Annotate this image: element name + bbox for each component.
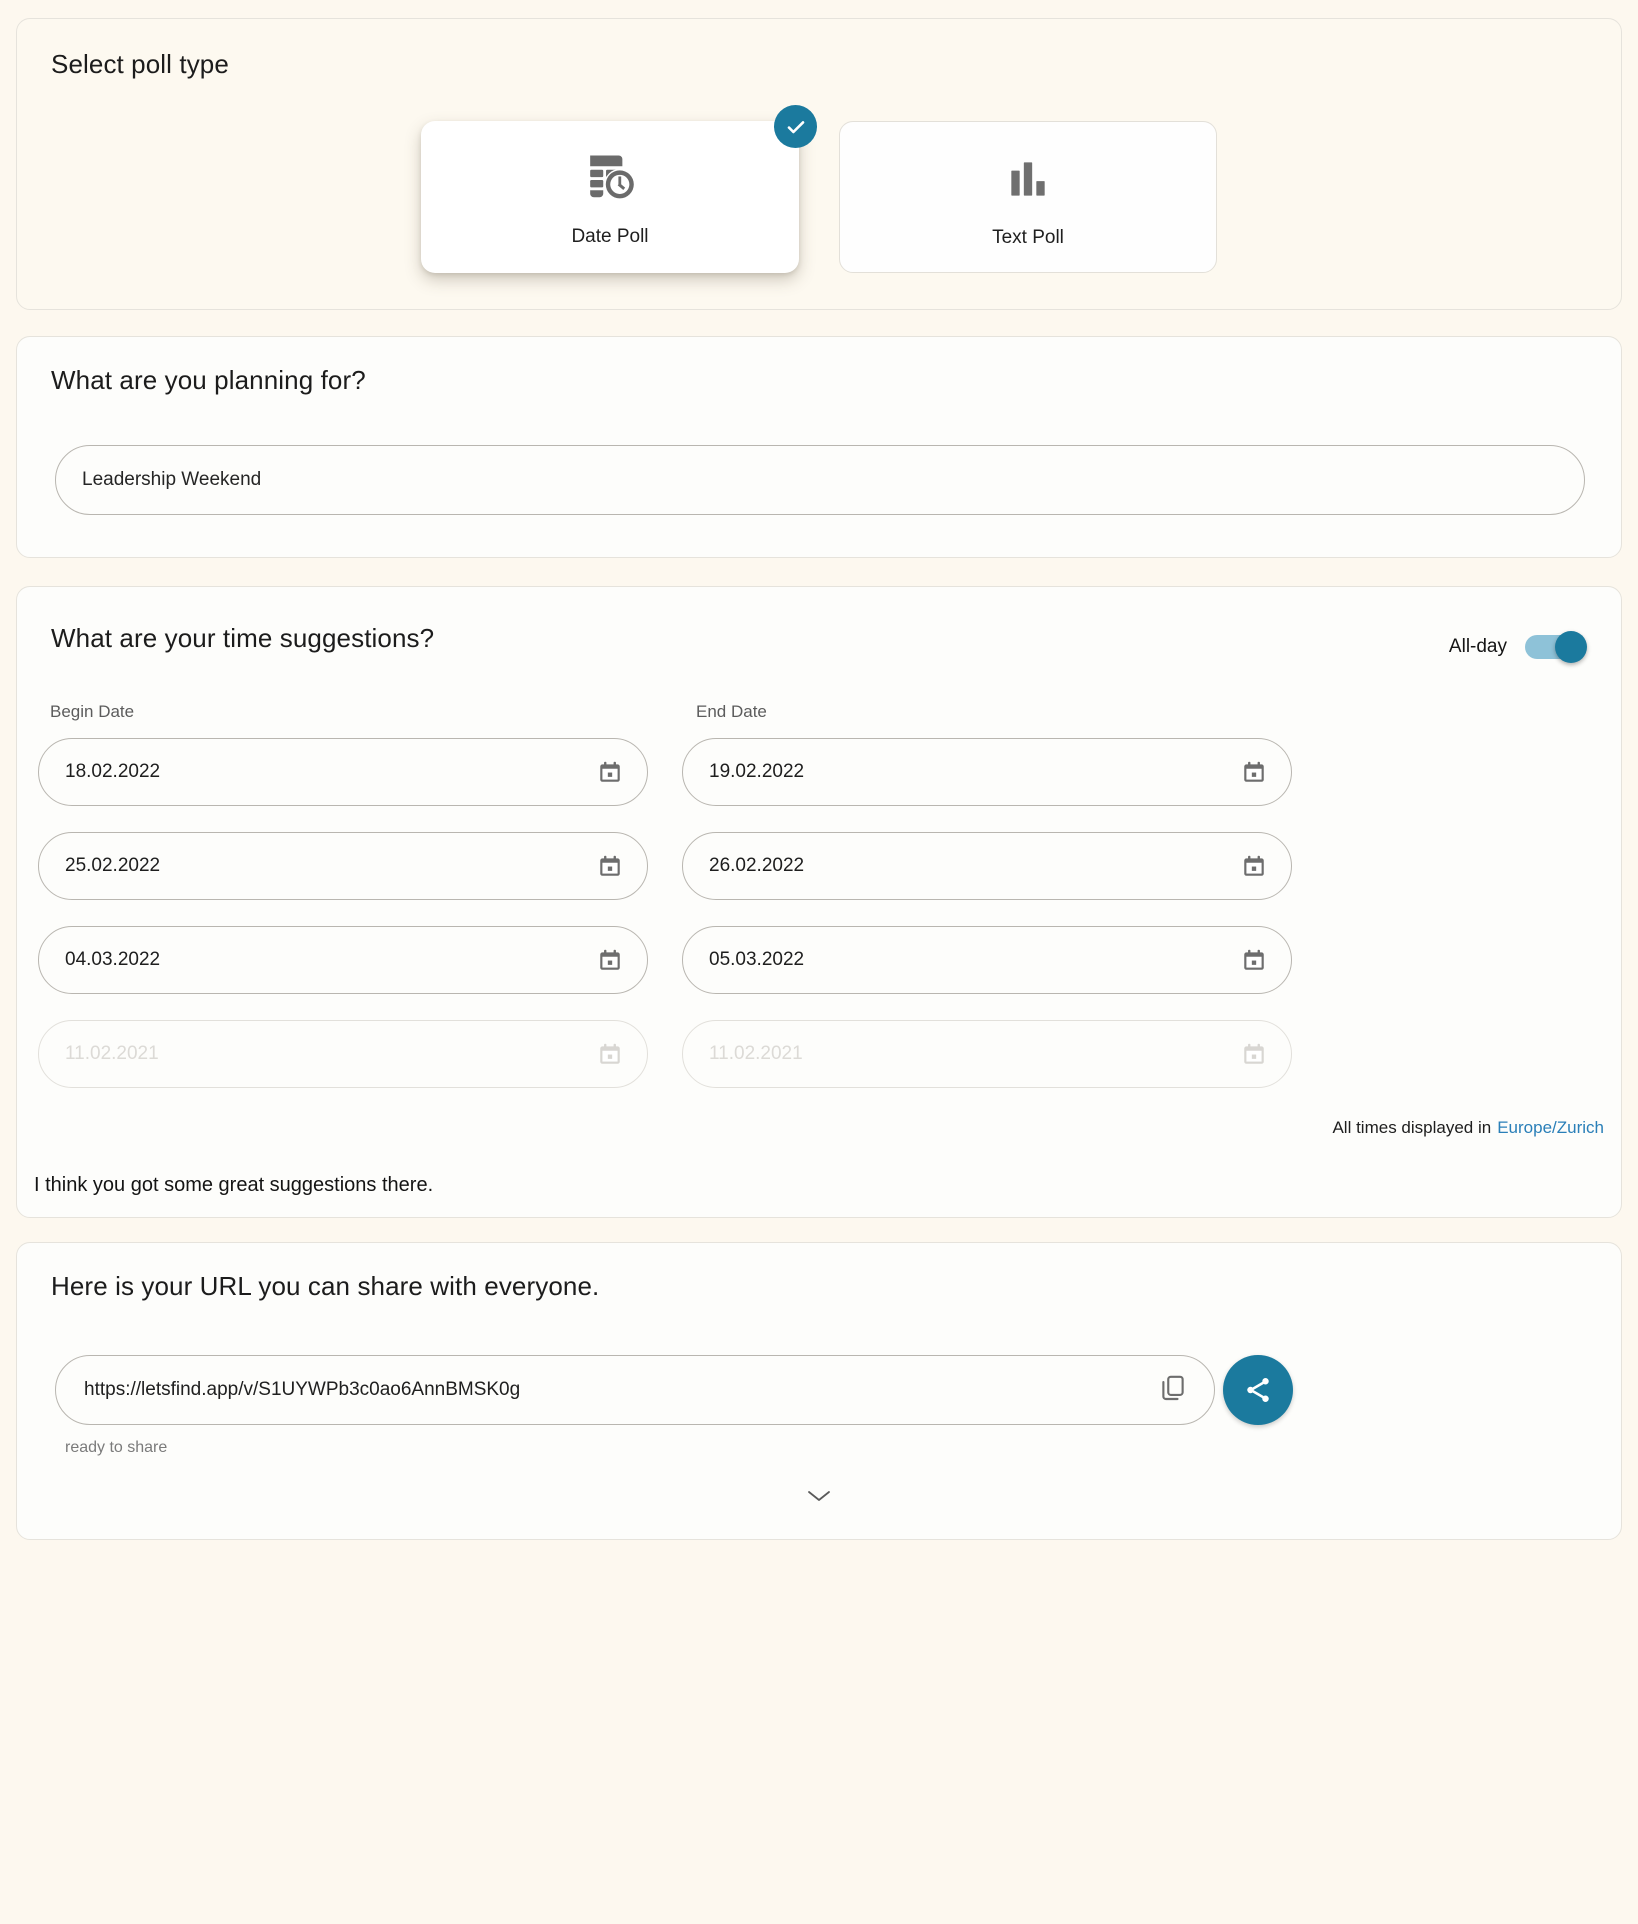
timezone-note: All times displayed in Europe/Zurich — [1332, 1118, 1604, 1138]
calendar-icon[interactable] — [1241, 1041, 1267, 1067]
poll-type-option-label: Date Poll — [571, 226, 648, 248]
suggestions-hint-text: I think you got some great suggestions t… — [34, 1174, 433, 1197]
all-day-control: All-day — [1449, 631, 1587, 663]
end-date-field-3[interactable]: 05.03.2022 — [682, 926, 1292, 994]
calendar-icon[interactable] — [1241, 853, 1267, 879]
timezone-link[interactable]: Europe/Zurich — [1497, 1118, 1604, 1137]
toggle-thumb — [1555, 631, 1587, 663]
planning-title: What are you planning for? — [51, 365, 366, 396]
poll-title-value: Leadership Weekend — [82, 469, 261, 491]
calendar-icon[interactable] — [597, 1041, 623, 1067]
begin-date-field-1[interactable]: 18.02.2022 — [38, 738, 648, 806]
share-status-text: ready to share — [65, 1439, 167, 1457]
poll-title-input[interactable]: Leadership Weekend — [55, 445, 1585, 515]
share-url-input[interactable]: https://letsfind.app/v/S1UYWPb3c0ao6AnnB… — [55, 1355, 1215, 1425]
check-icon — [774, 105, 817, 148]
poll-type-card: Select poll type — [16, 18, 1622, 310]
begin-date-field-2[interactable]: 25.02.2022 — [38, 832, 648, 900]
poll-type-option-label: Text Poll — [992, 227, 1064, 249]
time-suggestions-title: What are your time suggestions? — [51, 623, 434, 654]
planning-card: What are you planning for? Leadership We… — [16, 336, 1622, 558]
begin-date-column-label: Begin Date — [50, 702, 134, 722]
share-url-title: Here is your URL you can share with ever… — [51, 1271, 599, 1302]
share-button[interactable] — [1223, 1355, 1293, 1425]
end-date-field-2[interactable]: 26.02.2022 — [682, 832, 1292, 900]
begin-date-value: 25.02.2022 — [65, 855, 160, 877]
calendar-icon[interactable] — [597, 947, 623, 973]
begin-date-field-3[interactable]: 04.03.2022 — [38, 926, 648, 994]
share-url-card: Here is your URL you can share with ever… — [16, 1242, 1622, 1540]
share-url-value: https://letsfind.app/v/S1UYWPb3c0ao6AnnB… — [84, 1379, 520, 1401]
end-date-value: 05.03.2022 — [709, 949, 804, 971]
end-date-value: 19.02.2022 — [709, 761, 804, 783]
end-date-column-label: End Date — [696, 702, 767, 722]
poll-type-option-date-poll[interactable]: Date Poll — [421, 121, 799, 273]
bar-chart-icon — [1003, 146, 1053, 204]
begin-date-value: 18.02.2022 — [65, 761, 160, 783]
calendar-icon[interactable] — [597, 759, 623, 785]
calendar-clock-icon — [582, 146, 638, 204]
poll-type-option-text-poll[interactable]: Text Poll — [839, 121, 1217, 273]
begin-date-value: 04.03.2022 — [65, 949, 160, 971]
chevron-down-icon[interactable] — [805, 1487, 833, 1510]
end-date-value: 26.02.2022 — [709, 855, 804, 877]
calendar-icon[interactable] — [1241, 947, 1267, 973]
end-date-field-1[interactable]: 19.02.2022 — [682, 738, 1292, 806]
poll-type-options: Date Poll Text Poll — [17, 121, 1621, 273]
create-poll-page: Select poll type — [0, 0, 1638, 1924]
all-day-toggle[interactable] — [1525, 631, 1587, 663]
poll-type-title: Select poll type — [51, 49, 229, 80]
share-nodes-icon — [1243, 1375, 1273, 1405]
end-date-field-4[interactable]: 11.02.2021 — [682, 1020, 1292, 1088]
end-date-placeholder: 11.02.2021 — [709, 1043, 803, 1065]
all-day-label: All-day — [1449, 636, 1507, 658]
timezone-prefix: All times displayed in — [1332, 1118, 1491, 1137]
begin-date-field-4[interactable]: 11.02.2021 — [38, 1020, 648, 1088]
clipboard-copy-icon[interactable] — [1158, 1373, 1188, 1408]
begin-date-placeholder: 11.02.2021 — [65, 1043, 159, 1065]
calendar-icon[interactable] — [1241, 759, 1267, 785]
calendar-icon[interactable] — [597, 853, 623, 879]
